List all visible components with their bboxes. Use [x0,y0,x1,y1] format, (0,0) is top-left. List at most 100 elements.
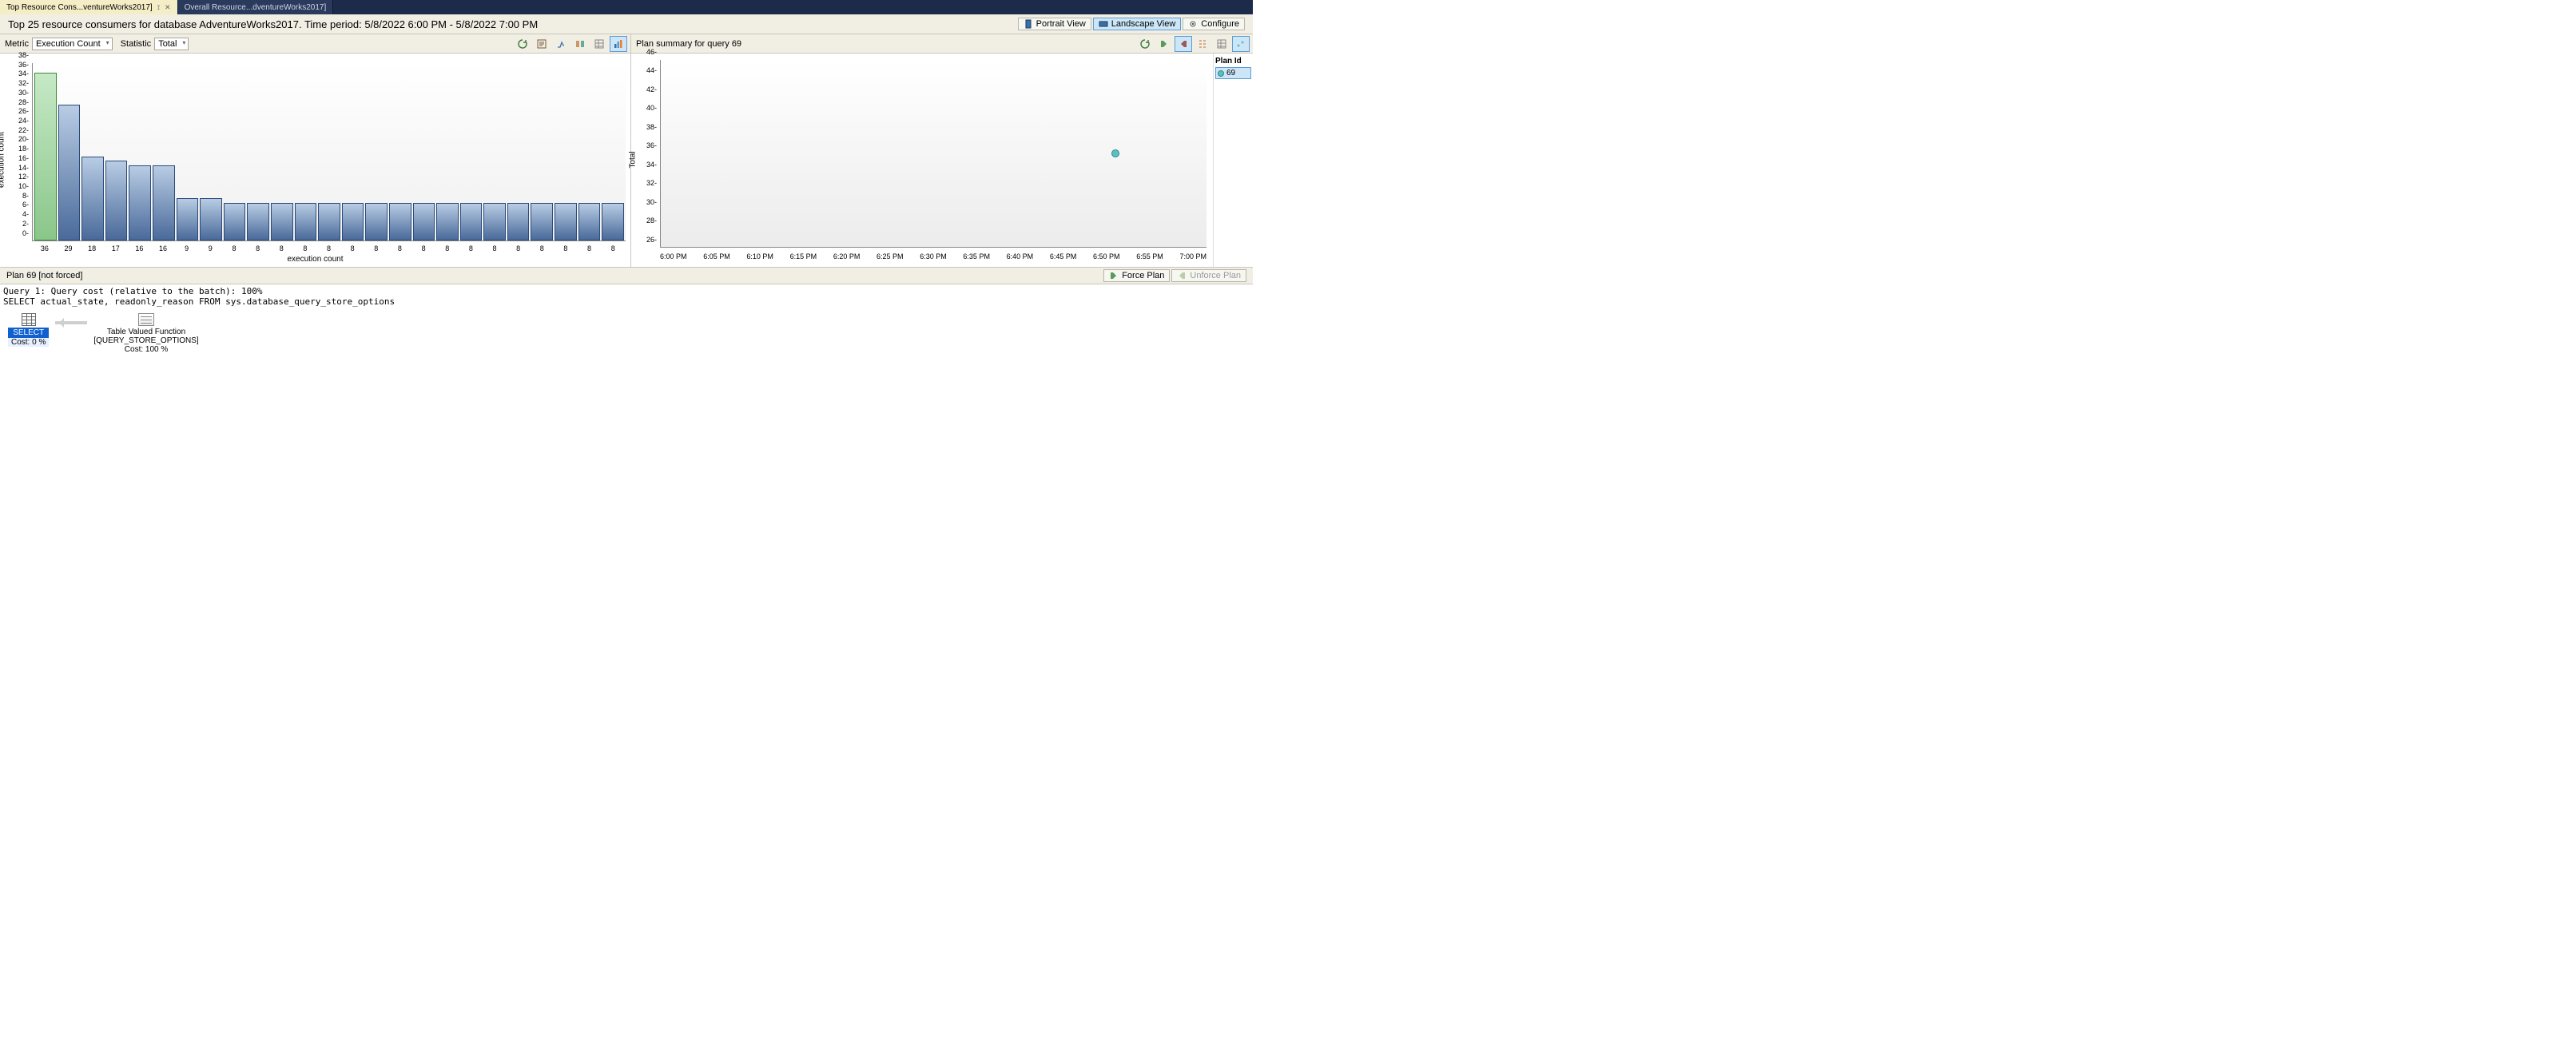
bar[interactable] [153,165,175,240]
statistic-select[interactable]: Total [154,38,189,50]
scatter-point[interactable] [1111,149,1119,157]
x-tick: 18 [81,244,103,252]
scatter-x-tick: 6:20 PM [833,252,861,260]
bar[interactable] [129,165,151,240]
x-tick: 9 [176,244,198,252]
plan-grid-icon[interactable] [1213,36,1230,52]
bar[interactable] [247,203,269,240]
bar[interactable] [507,203,530,240]
tab-label: Top Resource Cons...ventureWorks2017] [6,3,153,12]
y-tick: 18- [18,145,29,153]
bar[interactable] [200,198,222,240]
plan-status-label: Plan 69 [not forced] [6,271,82,280]
bar[interactable] [436,203,459,240]
landscape-icon [1099,19,1108,29]
bar[interactable] [295,203,317,240]
scatter-y-tick: 34- [646,161,657,169]
bar[interactable] [460,203,483,240]
scatter-x-tick: 6:40 PM [1007,252,1034,260]
compare-plans-icon[interactable] [1194,36,1211,52]
x-tick: 8 [602,244,624,252]
plan-node-select[interactable]: SELECT Cost: 0 % [8,313,49,347]
bar[interactable] [413,203,435,240]
bar[interactable] [105,161,128,240]
bar[interactable] [578,203,601,240]
x-tick: 8 [247,244,269,252]
force-plan-toolbar-icon[interactable] [1155,36,1173,52]
x-tick: 8 [460,244,483,252]
track-query-icon[interactable] [552,36,570,52]
y-tick: 38- [18,51,29,59]
y-tick: 20- [18,135,29,143]
bar[interactable] [342,203,364,240]
x-tick: 8 [555,244,577,252]
y-tick: 0- [22,229,29,237]
unforce-plan-button[interactable]: Unforce Plan [1171,269,1246,282]
tab-label: Overall Resource...dventureWorks2017] [185,3,327,12]
y-tick: 12- [18,173,29,181]
y-tick: 14- [18,164,29,172]
y-tick: 26- [18,107,29,115]
y-tick: 30- [18,89,29,97]
y-tick: 28- [18,98,29,106]
pin-icon[interactable]: ⟟ [157,3,160,12]
tvf-node-cost: Cost: 100 % [93,345,198,354]
bar[interactable] [58,105,81,240]
y-tick: 22- [18,126,29,134]
portrait-view-label: Portrait View [1036,19,1086,29]
x-tick: 8 [412,244,435,252]
query-text-icon[interactable] [533,36,551,52]
unforce-plan-toolbar-icon[interactable] [1175,36,1192,52]
grid-chart-icon[interactable] [590,36,608,52]
bar[interactable] [224,203,246,240]
list-chart-icon[interactable] [571,36,589,52]
tab-overall-resource[interactable]: Overall Resource...dventureWorks2017] [178,0,334,14]
bar-chart-icon[interactable] [610,36,627,52]
query-cost-line: Query 1: Query cost (relative to the bat… [3,286,263,296]
bar-chart-pane: execution count 0-2-4-6-8-10-12-14-16-18… [0,54,631,267]
execution-plan-diagram[interactable]: SELECT Cost: 0 % Table Valued Function [… [0,308,1253,531]
bar[interactable] [271,203,293,240]
y-tick: 16- [18,154,29,162]
landscape-view-button[interactable]: Landscape View [1093,18,1182,30]
configure-button[interactable]: Configure [1183,18,1245,30]
x-tick: 8 [483,244,506,252]
scatter-y-tick: 26- [646,236,657,244]
bar[interactable] [81,157,104,240]
x-tick: 17 [105,244,127,252]
y-tick: 36- [18,61,29,69]
bar[interactable] [34,73,57,240]
legend-item-label: 69 [1226,69,1235,77]
x-tick: 8 [294,244,316,252]
x-tick: 8 [223,244,245,252]
bar[interactable] [555,203,577,240]
bar[interactable] [531,203,553,240]
force-plan-button[interactable]: Force Plan [1103,269,1170,282]
y-tick: 32- [18,79,29,87]
page-title: Top 25 resource consumers for database A… [8,18,538,30]
plan-chart-icon[interactable] [1232,36,1250,52]
scatter-y-tick: 32- [646,179,657,187]
bar[interactable] [483,203,506,240]
bar[interactable] [177,198,199,240]
refresh-plan-icon[interactable] [1136,36,1154,52]
metric-select[interactable]: Execution Count [32,38,113,50]
bar[interactable] [318,203,340,240]
scatter-y-axis-label: Total [629,152,638,169]
plan-node-tvf[interactable]: Table Valued Function [QUERY_STORE_OPTIO… [93,313,198,354]
scatter-y-tick: 42- [646,85,657,93]
scatter-plot-area[interactable] [660,60,1207,248]
bar-plot-area[interactable] [32,63,626,241]
close-icon[interactable]: ✕ [165,3,171,12]
legend-item-plan-69[interactable]: 69 [1215,67,1251,79]
refresh-icon[interactable] [514,36,531,52]
tvf-node-sub: [QUERY_STORE_OPTIONS] [93,336,198,345]
portrait-view-button[interactable]: Portrait View [1018,18,1091,30]
scatter-x-tick: 6:00 PM [660,252,687,260]
bar[interactable] [365,203,388,240]
tab-top-resource-consumers[interactable]: Top Resource Cons...ventureWorks2017] ⟟ … [0,0,178,14]
y-tick: 6- [22,201,29,209]
bar[interactable] [389,203,411,240]
bar[interactable] [602,203,624,240]
x-tick: 8 [578,244,601,252]
